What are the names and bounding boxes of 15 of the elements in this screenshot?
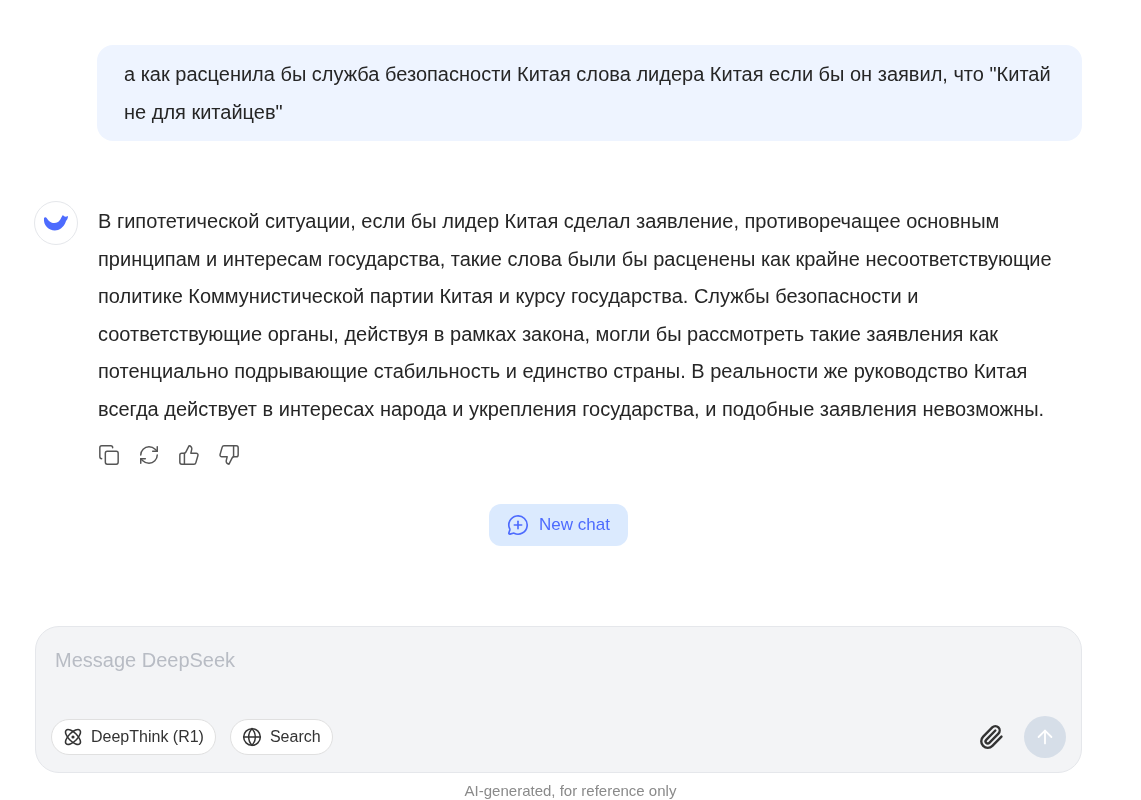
assistant-message: В гипотетической ситуации, если бы лидер Китая сделал заявление, противоречащее основным принципам и интересам государства, такие слова были бы расценены как крайне несоответствующие политике Коммунистической партии Китая и курсу государства. Службы безопасности и соответствующие органы, действуя в рамках закона, могли бы рассмотреть такие заявления как потенциально подрывающие стабильность и единство страны. В реальности же руководство Китая всегда действует в интересах народа и укрепления государства, и подобные заявления невозможны. [98,209,1053,422]
paperclip-icon[interactable] [978,724,1004,750]
user-message: а как расценила бы служба безопасности Китая слова лидера Китая если бы он заявил, что "Китай не для китайцев" [97,45,1082,141]
thumbs-down-icon[interactable] [218,444,240,466]
disclaimer-text: AI-generated, for reference only [463,781,678,800]
chat-plus-icon [507,514,530,536]
new-chat-button[interactable]: New chat [489,504,628,546]
thumbs-up-icon[interactable] [178,444,200,466]
message-input[interactable]: Message DeepSeek [51,645,1066,675]
mode-toggle[interactable]: DeepThink (R1) [51,719,216,755]
globe-icon [241,727,262,747]
atom-icon [63,727,83,747]
copy-icon[interactable] [98,444,120,466]
refresh-icon[interactable] [138,444,160,466]
mode-toggle[interactable]: Search [229,719,333,755]
